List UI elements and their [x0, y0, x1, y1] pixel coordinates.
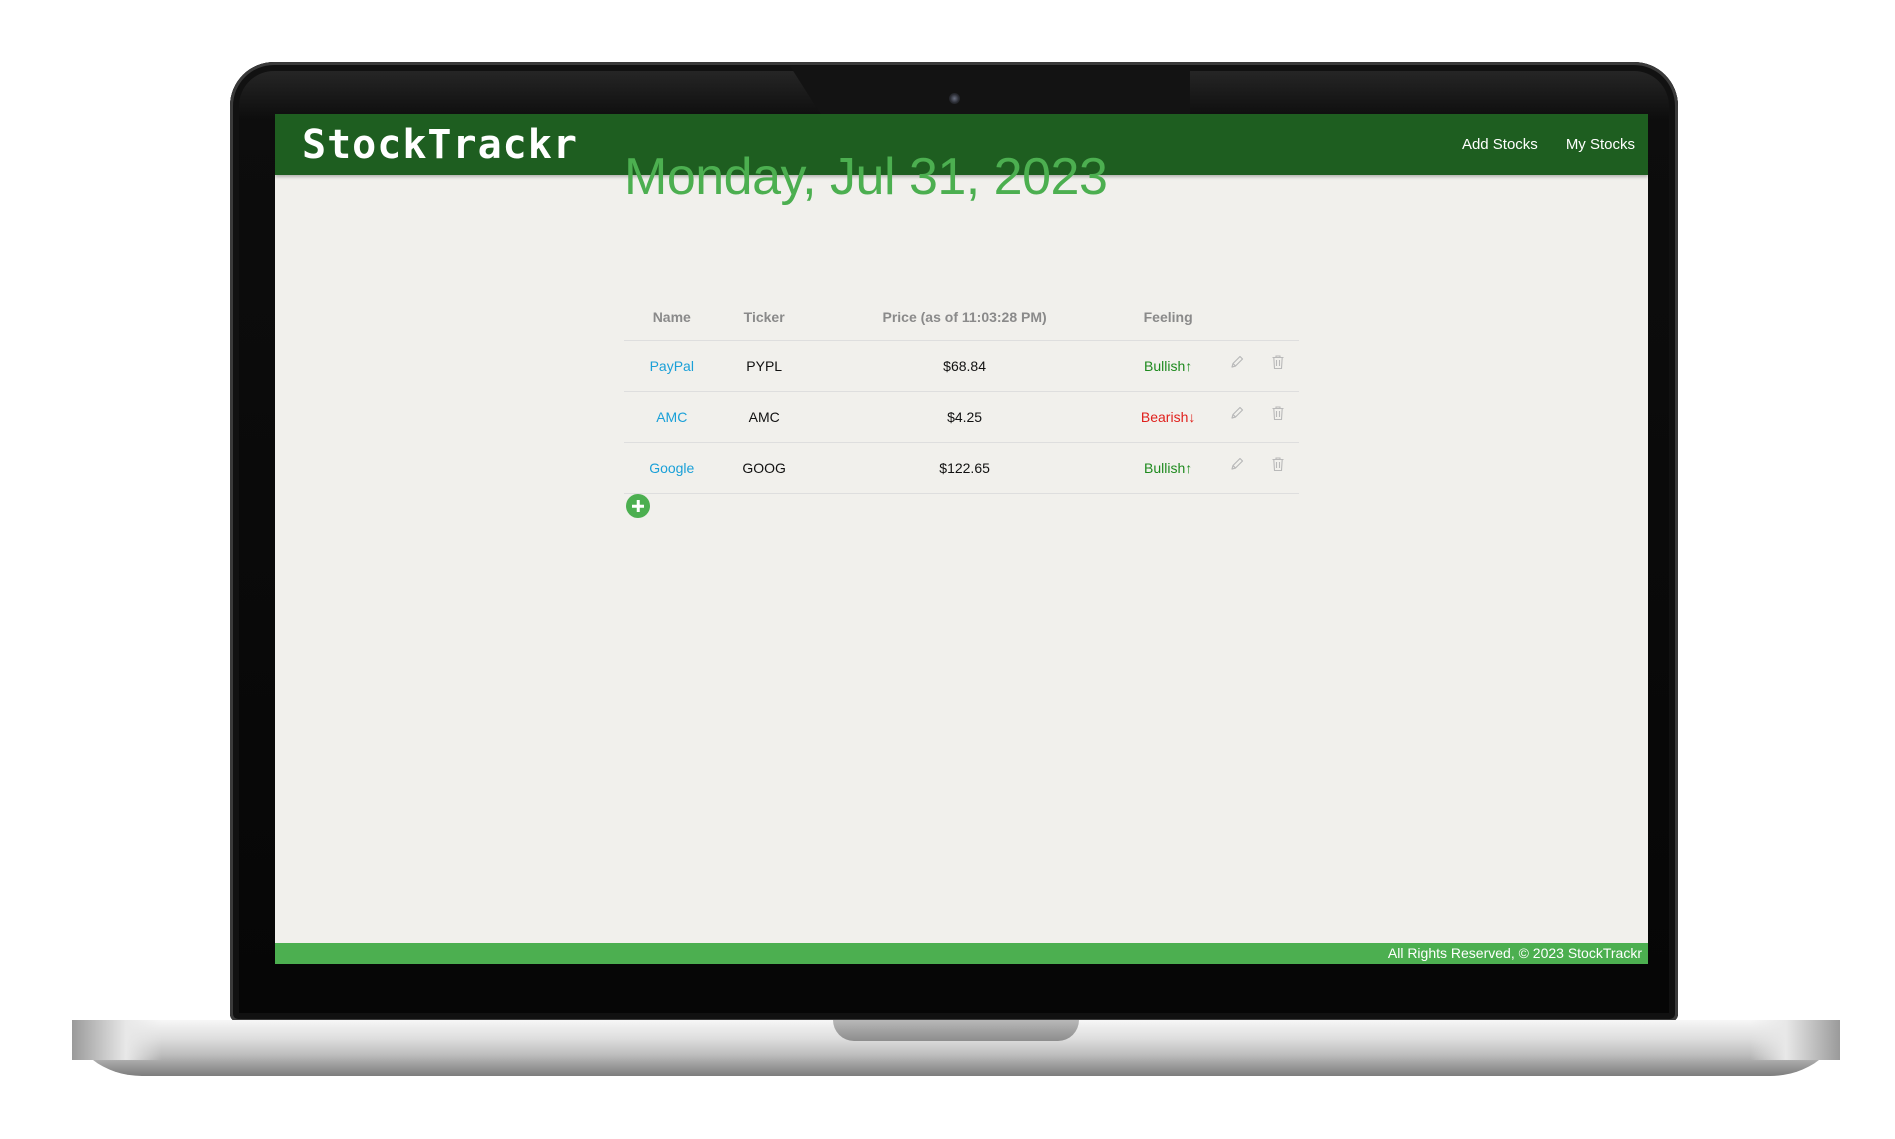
- page-title: Monday, Jul 31, 2023: [624, 148, 1108, 206]
- cell-name: PayPal: [624, 340, 720, 392]
- trash-icon[interactable]: [1271, 405, 1285, 424]
- pencil-icon[interactable]: [1229, 405, 1245, 424]
- header-name: Name: [624, 294, 720, 341]
- brand-logo[interactable]: StockTrackr: [302, 122, 578, 168]
- add-stock-button[interactable]: [626, 494, 650, 518]
- cell-ticker: AMC: [719, 391, 809, 443]
- header-ticker: Ticker: [719, 294, 809, 341]
- trash-icon[interactable]: [1271, 456, 1285, 475]
- cell-ticker: GOOG: [719, 442, 809, 494]
- footer: All Rights Reserved, © 2023 StockTrackr: [275, 943, 1648, 964]
- cell-feeling: Bearish↓: [1120, 391, 1216, 443]
- laptop-base-edge-left: [72, 1020, 162, 1060]
- pencil-icon[interactable]: [1229, 456, 1245, 475]
- cell-edit: [1215, 340, 1258, 392]
- laptop-base-edge-right: [1750, 1020, 1840, 1060]
- trash-icon[interactable]: [1271, 354, 1285, 373]
- cell-price: $68.84: [808, 340, 1121, 392]
- webcam-icon: [949, 93, 960, 104]
- nav-my-stocks-link[interactable]: My Stocks: [1566, 136, 1635, 153]
- footer-copyright: All Rights Reserved, © 2023 StockTrackr: [1387, 945, 1642, 961]
- table-row: PayPal PYPL $68.84 Bullish↑: [624, 340, 1299, 392]
- cell-price: $4.25: [808, 391, 1121, 443]
- cell-delete: [1257, 391, 1299, 443]
- feeling-badge: Bullish↑: [1144, 358, 1193, 374]
- feeling-badge: Bullish↑: [1144, 460, 1193, 476]
- table-row: Google GOOG $122.65 Bullish↑: [624, 442, 1299, 494]
- app-screen: StockTrackr Add Stocks My Stocks Monday,…: [275, 114, 1648, 964]
- laptop-hinge-notch: [833, 1020, 1079, 1041]
- cell-name: Google: [624, 442, 720, 494]
- cell-edit: [1215, 391, 1258, 443]
- cell-edit: [1215, 442, 1258, 494]
- stock-name-link[interactable]: AMC: [656, 409, 687, 425]
- header-delete: [1257, 294, 1299, 341]
- stock-name-link[interactable]: Google: [649, 460, 694, 476]
- cell-ticker: PYPL: [719, 340, 809, 392]
- stocks-table: Name Ticker Price (as of 11:03:28 PM) Fe…: [624, 294, 1299, 494]
- cell-feeling: Bullish↑: [1120, 340, 1216, 392]
- nav-links: Add Stocks My Stocks: [1462, 136, 1635, 153]
- header-edit: [1215, 294, 1258, 341]
- nav-add-stocks-link[interactable]: Add Stocks: [1462, 136, 1538, 153]
- cell-delete: [1257, 340, 1299, 392]
- stock-name-link[interactable]: PayPal: [650, 358, 694, 374]
- bezel-shade: [790, 66, 1190, 116]
- cell-feeling: Bullish↑: [1120, 442, 1216, 494]
- table-row: AMC AMC $4.25 Bearish↓: [624, 391, 1299, 443]
- cell-name: AMC: [624, 391, 720, 443]
- header-feeling: Feeling: [1120, 294, 1216, 341]
- feeling-badge: Bearish↓: [1140, 409, 1196, 425]
- pencil-icon[interactable]: [1229, 354, 1245, 373]
- table-header-row: Name Ticker Price (as of 11:03:28 PM) Fe…: [624, 294, 1299, 341]
- header-price: Price (as of 11:03:28 PM): [808, 294, 1121, 341]
- cell-delete: [1257, 442, 1299, 494]
- cell-price: $122.65: [808, 442, 1121, 494]
